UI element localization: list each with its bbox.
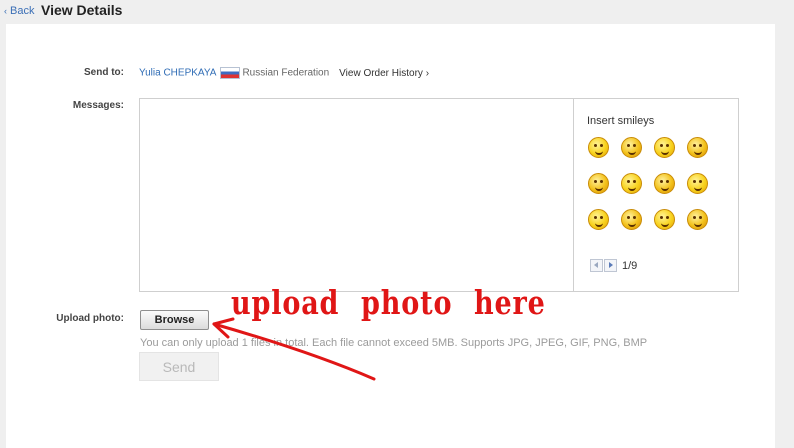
message-textarea[interactable] <box>140 99 574 291</box>
prev-page-button[interactable] <box>590 259 603 272</box>
send-button[interactable]: Send <box>139 352 219 381</box>
page-indicator: 1/9 <box>622 259 638 272</box>
smile-icon[interactable] <box>588 137 609 158</box>
message-box: Insert smileys 1/9 <box>139 98 739 292</box>
back-link[interactable]: ‹ Back <box>4 5 34 17</box>
view-order-history-link[interactable]: View Order History › <box>339 68 429 79</box>
smiley-title: Insert smileys <box>587 115 655 127</box>
upload-hint: You can only upload 1 files in total. Ea… <box>140 337 648 349</box>
right-gutter <box>775 24 794 448</box>
upload-photo-label: Upload photo: <box>56 313 124 324</box>
view-order-history-label: View Order History <box>339 67 423 79</box>
page-title: View Details <box>41 2 123 18</box>
recipient-country: Russian Federation <box>242 67 330 79</box>
shout-icon[interactable] <box>621 173 642 194</box>
chevron-left-icon: ‹ <box>4 6 7 16</box>
next-page-button[interactable] <box>604 259 617 272</box>
send-to-row: Yulia CHEPKAYA Russian Federation View Ord… <box>139 67 429 79</box>
tease-icon[interactable] <box>687 173 708 194</box>
grin-icon[interactable] <box>654 173 675 194</box>
annotation-text: upload photo here <box>231 283 546 322</box>
russia-flag-icon <box>220 67 241 79</box>
wink-icon[interactable] <box>621 137 642 158</box>
recipient-name[interactable]: Yulia CHEPKAYA <box>139 68 216 79</box>
shy-icon[interactable] <box>654 209 675 230</box>
dizzy-icon[interactable] <box>621 209 642 230</box>
smiley-panel: Insert smileys 1/9 <box>575 99 738 291</box>
cry-icon[interactable] <box>588 209 609 230</box>
tongue-icon[interactable] <box>654 137 675 158</box>
laugh-icon[interactable] <box>687 137 708 158</box>
browse-button[interactable]: Browse <box>140 310 209 330</box>
messages-label: Messages: <box>72 100 124 111</box>
back-label: Back <box>10 5 35 17</box>
happy-icon[interactable] <box>588 173 609 194</box>
send-to-label: Send to: <box>84 67 124 78</box>
chevron-right-icon: › <box>425 67 430 79</box>
chuckle-icon[interactable] <box>687 209 708 230</box>
smiley-pager: 1/9 <box>590 259 637 272</box>
top-bar: ‹ Back View Details <box>0 0 794 24</box>
